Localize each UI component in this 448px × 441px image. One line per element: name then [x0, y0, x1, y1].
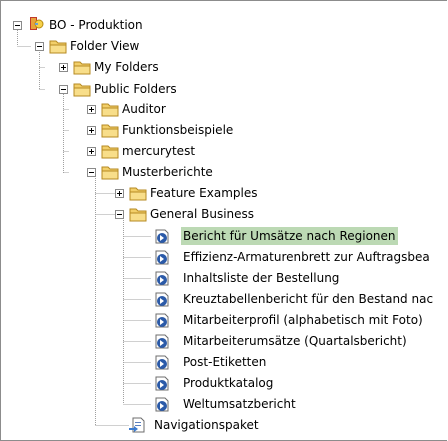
tree-node-label: My Folders — [94, 60, 159, 74]
tree-node-report[interactable]: Inhaltsliste der Bestellung — [1, 268, 447, 288]
tree-node-label: Post-Etiketten — [183, 355, 267, 369]
tree-node-label: Kreuztabellenbericht für den Bestand nac — [183, 292, 434, 306]
collapse-icon[interactable] — [35, 42, 44, 51]
tree-view[interactable]: BO - Produktion Folder View My Folders P… — [0, 0, 447, 441]
folder-icon — [101, 145, 119, 159]
tree-node-public-folders[interactable]: Public Folders — [1, 79, 447, 99]
report-icon — [155, 292, 169, 307]
tree-node-musterberichte[interactable]: Musterberichte — [1, 162, 447, 182]
tree-node-label: Public Folders — [94, 82, 177, 96]
folder-icon — [101, 103, 119, 117]
collapse-icon[interactable] — [115, 210, 124, 219]
folder-icon — [73, 83, 91, 97]
report-icon — [155, 313, 169, 328]
folder-icon — [129, 208, 147, 222]
tree-node-funktionsbeispiele[interactable]: Funktionsbeispiele — [1, 120, 447, 140]
expand-icon[interactable] — [115, 189, 124, 198]
tree-node-label: Mitarbeiterumsätze (Quartalsbericht) — [183, 334, 407, 348]
tree-node-label: Musterberichte — [122, 165, 213, 179]
tree-node-auditor[interactable]: Auditor — [1, 99, 447, 119]
folder-icon — [101, 124, 119, 138]
tree-node-label: mercurytest — [122, 144, 196, 158]
tree-node-label: Produktkatalog — [183, 376, 274, 390]
tree-node-report[interactable]: Bericht für Umsätze nach Regionen — [1, 226, 447, 246]
tree-node-report[interactable]: Weltumsatzbericht — [1, 394, 447, 414]
tree-node-label: Weltumsatzbericht — [183, 397, 296, 411]
tree-node-label: General Business — [150, 207, 255, 221]
tree-node-label: Funktionsbeispiele — [122, 123, 234, 137]
report-icon — [155, 376, 169, 391]
tree-node-report[interactable]: Post-Etiketten — [1, 352, 447, 372]
folder-icon — [73, 61, 91, 75]
collapse-icon[interactable] — [87, 168, 96, 177]
collapse-icon[interactable] — [59, 85, 68, 94]
folder-icon — [49, 40, 67, 54]
expand-icon[interactable] — [87, 105, 96, 114]
tree-node-label: Effizienz-Armaturenbrett zur Auftragsbea — [183, 250, 430, 264]
tree-node-report[interactable]: Mitarbeiterumsätze (Quartalsbericht) — [1, 331, 447, 351]
tree-node-label: Inhaltsliste der Bestellung — [183, 271, 340, 285]
tree-node-general-business[interactable]: General Business — [1, 204, 447, 224]
tree-node-label: Feature Examples — [150, 186, 258, 200]
folder-icon — [101, 166, 119, 180]
folder-icon — [129, 187, 147, 201]
navigation-package-icon — [129, 417, 145, 433]
tree-node-label: Folder View — [70, 39, 140, 53]
bo-universe-icon — [30, 17, 44, 30]
report-icon — [155, 355, 169, 370]
tree-node-label: BO - Produktion — [49, 18, 143, 32]
tree-node-navigationspaket[interactable]: Navigationspaket — [1, 415, 447, 435]
report-icon — [155, 229, 169, 244]
tree-node-folder-view[interactable]: Folder View — [1, 36, 447, 56]
tree-node-label: Navigationspaket — [154, 418, 259, 432]
tree-node-mercurytest[interactable]: mercurytest — [1, 141, 447, 161]
report-icon — [155, 397, 169, 412]
tree-node-report[interactable]: Produktkatalog — [1, 373, 447, 393]
expand-icon[interactable] — [59, 63, 68, 72]
expand-icon[interactable] — [87, 147, 96, 156]
report-icon — [155, 271, 169, 286]
report-icon — [155, 334, 169, 349]
tree-node-feature-examples[interactable]: Feature Examples — [1, 183, 447, 203]
tree-node-bo-produktion[interactable]: BO - Produktion — [1, 15, 447, 35]
collapse-icon[interactable] — [13, 21, 22, 30]
tree-node-report[interactable]: Mitarbeiterprofil (alphabetisch mit Foto… — [1, 310, 447, 330]
tree-node-label: Auditor — [122, 102, 166, 116]
tree-node-report[interactable]: Effizienz-Armaturenbrett zur Auftragsbea — [1, 247, 447, 267]
report-icon — [155, 250, 169, 265]
tree-node-my-folders[interactable]: My Folders — [1, 57, 447, 77]
tree-node-report[interactable]: Kreuztabellenbericht für den Bestand nac — [1, 289, 447, 309]
expand-icon[interactable] — [87, 126, 96, 135]
tree-node-label-selected: Bericht für Umsätze nach Regionen — [181, 227, 398, 245]
tree-node-label: Mitarbeiterprofil (alphabetisch mit Foto… — [183, 313, 423, 327]
